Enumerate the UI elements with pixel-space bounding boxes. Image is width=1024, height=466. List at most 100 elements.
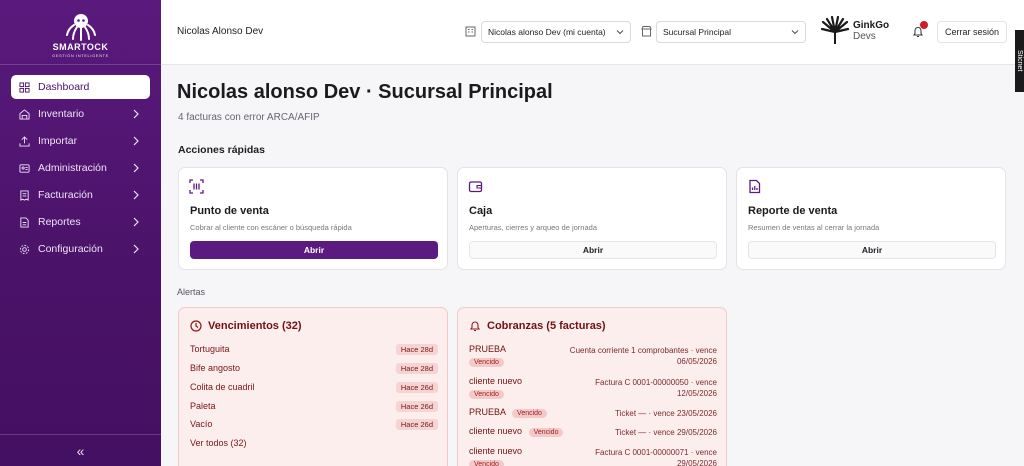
branch-select[interactable]: Sucursal Principal	[656, 21, 806, 43]
clock-icon	[190, 320, 202, 332]
bell-icon	[469, 321, 481, 332]
chevron-right-icon	[133, 217, 139, 227]
ginkgo-leaf-icon	[820, 16, 850, 44]
branch-select-value: Sucursal Principal	[663, 27, 732, 37]
status-badge: Vencido	[469, 390, 504, 399]
expiry-badge: Hace 28d	[395, 344, 438, 355]
sidebar-item-reportes[interactable]: Reportes	[11, 210, 150, 234]
warehouse-icon	[19, 108, 30, 120]
sidebar-item-label: Facturación	[38, 189, 93, 201]
octopus-icon	[65, 13, 96, 41]
cobranzas-panel: Cobranzas (5 facturas) PRUEBA Vencido Cu…	[457, 307, 727, 466]
building-icon	[465, 26, 476, 37]
invoice-info: Ticket — · vence 23/05/2026	[615, 409, 717, 418]
vencimientos-header: Vencimientos (32)	[190, 320, 302, 332]
invoice-info: Factura C 0001-00000050 · vence	[595, 378, 717, 387]
sidebar-item-label: Configuración	[38, 243, 103, 255]
invoice-info: Cuenta corriente 1 comprobantes · vence	[569, 346, 717, 355]
due-date: 06/05/2026	[676, 357, 717, 366]
chevron-down-icon	[791, 30, 799, 35]
card-reporte-de-venta: Reporte de venta Resumen de ventas al ce…	[736, 167, 1006, 270]
table-row[interactable]: PRUEBA Vencido Cuenta corriente 1 compro…	[469, 344, 717, 370]
table-row[interactable]: cliente nuevo Vencido Factura C 0001-000…	[469, 376, 717, 402]
page-title: Nicolas alonso Dev · Sucursal Principal	[177, 81, 553, 103]
vencimientos-title: Vencimientos (32)	[208, 320, 302, 332]
card-description: Aperturas, cierres y arqueo de jornada	[469, 223, 597, 232]
expiry-badge: Hace 26d	[395, 382, 438, 393]
product-name: Vacío	[190, 419, 213, 429]
sidebar-item-dashboard[interactable]: Dashboard	[11, 75, 150, 99]
table-row[interactable]: cliente nuevo Vencido Ticket — · vence 2…	[469, 426, 717, 440]
list-item[interactable]: Vacío Hace 26d	[190, 419, 438, 433]
brand-sub: Devs	[853, 31, 876, 42]
barcode-scan-icon	[189, 179, 204, 194]
sidebar-item-label: Administración	[38, 162, 107, 174]
invoice-info: Factura C 0001-00000071 · vence	[595, 448, 717, 457]
chevron-right-icon	[133, 244, 139, 254]
sidebar-item-label: Importar	[38, 135, 78, 147]
sidebar-nav: Dashboard Inventario Importar Administra…	[11, 75, 150, 264]
status-badge: Vencido	[469, 460, 504, 466]
double-chevron-left-icon: «	[76, 442, 85, 459]
sidebar-item-label: Dashboard	[38, 81, 90, 93]
sidebar-item-importar[interactable]: Importar	[11, 129, 150, 153]
chevron-down-icon	[616, 30, 624, 35]
id-card-icon	[19, 163, 30, 174]
sidebar-item-inventario[interactable]: Inventario	[11, 102, 150, 126]
side-tab[interactable]: Sticnet	[1015, 30, 1024, 92]
dashboard-icon	[19, 81, 30, 93]
document-icon	[19, 216, 30, 228]
cobranzas-title: Cobranzas (5 facturas)	[487, 320, 606, 332]
vencimientos-panel: Vencimientos (32) Tortuguita Hace 28d Bif…	[178, 307, 448, 466]
chevron-right-icon	[133, 163, 139, 173]
chevron-right-icon	[133, 190, 139, 200]
product-name: Paleta	[190, 401, 216, 411]
list-item[interactable]: Bife angosto Hace 28d	[190, 363, 438, 377]
list-item[interactable]: Colita de cuadril Hace 26d	[190, 382, 438, 396]
chevron-right-icon	[133, 109, 139, 119]
card-punto-de-venta: Punto de venta Cobrar al cliente con esc…	[178, 167, 448, 270]
account-select[interactable]: Nicolas alonso Dev (mi cuenta)	[481, 21, 631, 43]
card-description: Resumen de ventas al cerrar la jornada	[748, 223, 880, 232]
status-badge: Vencido	[528, 428, 564, 437]
open-caja-button[interactable]: Abrir	[469, 241, 717, 259]
client-name: cliente nuevo	[469, 376, 523, 386]
gear-icon	[19, 244, 30, 255]
account-select-value: Nicolas alonso Dev (mi cuenta)	[488, 27, 606, 37]
client-name: cliente nuevo	[469, 446, 523, 456]
sidebar-item-administracion[interactable]: Administración	[11, 156, 150, 180]
open-punto-de-venta-button[interactable]: Abrir	[190, 241, 438, 259]
list-item[interactable]: Tortuguita Hace 28d	[190, 344, 438, 358]
brand-logo[interactable]: SMARTOCK GESTIÓN INTELIGENTE	[0, 0, 161, 62]
table-row[interactable]: PRUEBA Vencido Ticket — · vence 23/05/20…	[469, 407, 717, 421]
sidebar-item-configuracion[interactable]: Configuración	[11, 237, 150, 261]
chevron-right-icon	[133, 136, 139, 146]
report-chart-icon	[749, 179, 761, 194]
see-all-link[interactable]: Ver todos (32)	[190, 438, 247, 448]
sidebar: SMARTOCK GESTIÓN INTELIGENTE Dashboard I…	[0, 0, 161, 466]
receipt-icon	[19, 189, 30, 201]
table-row[interactable]: cliente nuevo Vencido Factura C 0001-000…	[469, 446, 717, 466]
invoice-info: Ticket — · vence 29/05/2026	[615, 428, 717, 437]
product-name: Colita de cuadril	[190, 382, 255, 392]
list-item[interactable]: Paleta Hace 26d	[190, 401, 438, 415]
card-description: Cobrar al cliente con escáner o búsqueda…	[190, 223, 352, 232]
due-date: 29/05/2026	[676, 459, 717, 466]
open-reporte-de-venta-button[interactable]: Abrir	[748, 241, 996, 259]
brand-name: GinkGo	[853, 20, 890, 31]
product-name: Tortuguita	[190, 344, 230, 354]
page-subtitle: 4 facturas con error ARCA/AFIP	[178, 112, 320, 123]
card-caja: Caja Aperturas, cierres y arqueo de jorn…	[457, 167, 727, 270]
logout-button[interactable]: Cerrar sesión	[937, 21, 1008, 43]
collapse-sidebar-button[interactable]: «	[0, 434, 161, 466]
due-date: 12/05/2026	[676, 389, 717, 398]
wallet-icon	[468, 181, 483, 193]
expiry-badge: Hace 26d	[395, 419, 438, 430]
notification-badge	[920, 21, 928, 29]
client-name: cliente nuevo	[469, 426, 523, 436]
expiry-badge: Hace 26d	[395, 401, 438, 412]
upload-icon	[19, 135, 30, 147]
sidebar-item-facturacion[interactable]: Facturación	[11, 183, 150, 207]
card-title: Reporte de venta	[748, 205, 838, 217]
cobranzas-header: Cobranzas (5 facturas)	[469, 320, 606, 332]
